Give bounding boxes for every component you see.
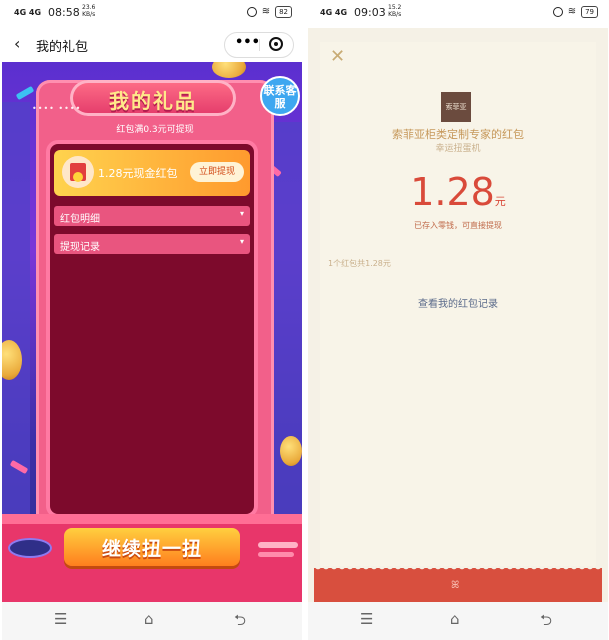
- cash-red-packet-card: 1.28元现金红包 立即提现: [54, 150, 250, 196]
- back-icon[interactable]: ⮌: [540, 610, 552, 635]
- status-bar: 4G 4G 08:58 23.6 KB/s ≋ 82: [2, 0, 302, 28]
- building-decoration: [2, 102, 30, 522]
- speed-value: 23.6: [82, 4, 96, 11]
- red-envelope-icon: [62, 156, 94, 188]
- red-packet-detail-card: [320, 42, 596, 578]
- alarm-icon: [552, 7, 563, 17]
- wifi-icon: ≋: [261, 6, 271, 17]
- withdraw-threshold-text: 红包满0.3元可提现: [116, 125, 194, 135]
- spin-again-button[interactable]: 继续扭一扭: [64, 528, 240, 566]
- home-icon[interactable]: ⌂: [450, 610, 460, 628]
- packet-seal-icon: ꕤ: [451, 580, 460, 591]
- signal-icon: 4G 4G: [320, 8, 348, 17]
- alarm-icon: [246, 7, 257, 17]
- sender-logo: 索菲亚: [441, 92, 471, 122]
- ribbon-decoration: [15, 85, 35, 101]
- envelope-coin: [73, 172, 83, 182]
- lever-decoration: [258, 542, 298, 548]
- coin-decoration: [212, 62, 246, 78]
- close-icon[interactable]: ✕: [330, 46, 345, 67]
- dropdown-label: 提现记录: [60, 242, 100, 253]
- signal-icon: 4G 4G: [14, 8, 42, 17]
- cash-packet-label: 1.28元现金红包: [98, 167, 178, 180]
- amount-unit: 元: [494, 195, 506, 208]
- page-title: 我的礼包: [36, 40, 89, 55]
- mini-program-capsule: •••: [224, 32, 294, 58]
- status-icons: ≋ 79: [552, 6, 598, 18]
- battery-icon: 82: [275, 6, 292, 18]
- right-screen: 4G 4G 09:03 15.2 KB/s ≋ 79 ✕ 索菲亚 索菲亚柜类定制专…: [308, 0, 608, 640]
- dropdown-withdraw-records[interactable]: 提现记录 ▾: [54, 234, 250, 254]
- caret-down-icon: ▾: [239, 237, 244, 246]
- packet-subtitle: 幸运扭蛋机: [435, 144, 481, 154]
- machine-base-top: [2, 514, 302, 524]
- withdraw-now-button[interactable]: 立即提现: [190, 162, 244, 182]
- wifi-icon: ≋: [567, 6, 577, 17]
- close-mini-program-button[interactable]: [269, 37, 283, 51]
- lever-decoration: [258, 552, 294, 557]
- title-banner: 我的礼品: [70, 80, 236, 116]
- scalloped-edge: [314, 566, 602, 572]
- system-nav-bar: ☰ ⌂ ⮌: [308, 602, 608, 640]
- capsule-divider: [259, 39, 260, 51]
- customer-service-button[interactable]: 联系客服: [260, 76, 300, 116]
- game-title: 我的礼品: [109, 89, 197, 113]
- packet-title: 索菲亚柜类定制专家的红包: [392, 128, 524, 141]
- dropdown-packet-details[interactable]: 红包明细 ▾: [54, 206, 250, 226]
- amount-value: 1.28: [410, 170, 495, 214]
- deposit-note: 已存入零钱，可直接提现: [414, 221, 502, 230]
- caret-down-icon: ▾: [239, 209, 244, 218]
- dots-decoration: •••• ••••: [32, 104, 82, 113]
- speed-value: 15.2: [388, 4, 402, 11]
- speed-unit: KB/s: [82, 11, 96, 18]
- home-icon[interactable]: ⌂: [144, 610, 154, 628]
- network-speed: 15.2 KB/s: [388, 4, 401, 18]
- back-button[interactable]: ‹: [14, 34, 20, 53]
- amount-display: 1.28元: [308, 170, 608, 214]
- network-speed: 23.6 KB/s: [82, 4, 95, 18]
- status-icons: ≋ 82: [246, 6, 292, 18]
- capsule-slot-decoration: [8, 538, 52, 558]
- packet-count: 1个红包共1.28元: [328, 259, 391, 268]
- left-screen: 4G 4G 08:58 23.6 KB/s ≋ 82 ‹ 我的礼包 ••• 我的礼…: [2, 0, 302, 640]
- battery-icon: 79: [581, 6, 598, 18]
- menu-icon[interactable]: ☰: [54, 610, 67, 628]
- game-background: 我的礼品 •••• •••• 联系客服 红包满0.3元可提现 1.28元现金红包…: [2, 62, 302, 602]
- spin-again-label: 继续扭一扭: [101, 538, 202, 560]
- status-bar: 4G 4G 09:03 15.2 KB/s ≋ 79: [308, 0, 608, 28]
- back-icon[interactable]: ⮌: [234, 610, 246, 635]
- menu-icon[interactable]: ☰: [360, 610, 373, 628]
- status-time: 09:03: [354, 6, 386, 19]
- view-records-link[interactable]: 查看我的红包记录: [308, 295, 608, 310]
- nav-bar: ‹ 我的礼包 •••: [2, 28, 302, 62]
- prize-list-panel: [50, 144, 254, 514]
- status-time: 08:58: [48, 6, 80, 19]
- speed-unit: KB/s: [388, 11, 402, 18]
- coin-decoration: [280, 436, 302, 466]
- more-button[interactable]: •••: [235, 35, 260, 50]
- system-nav-bar: ☰ ⌂ ⮌: [2, 602, 302, 640]
- dropdown-label: 红包明细: [60, 214, 100, 225]
